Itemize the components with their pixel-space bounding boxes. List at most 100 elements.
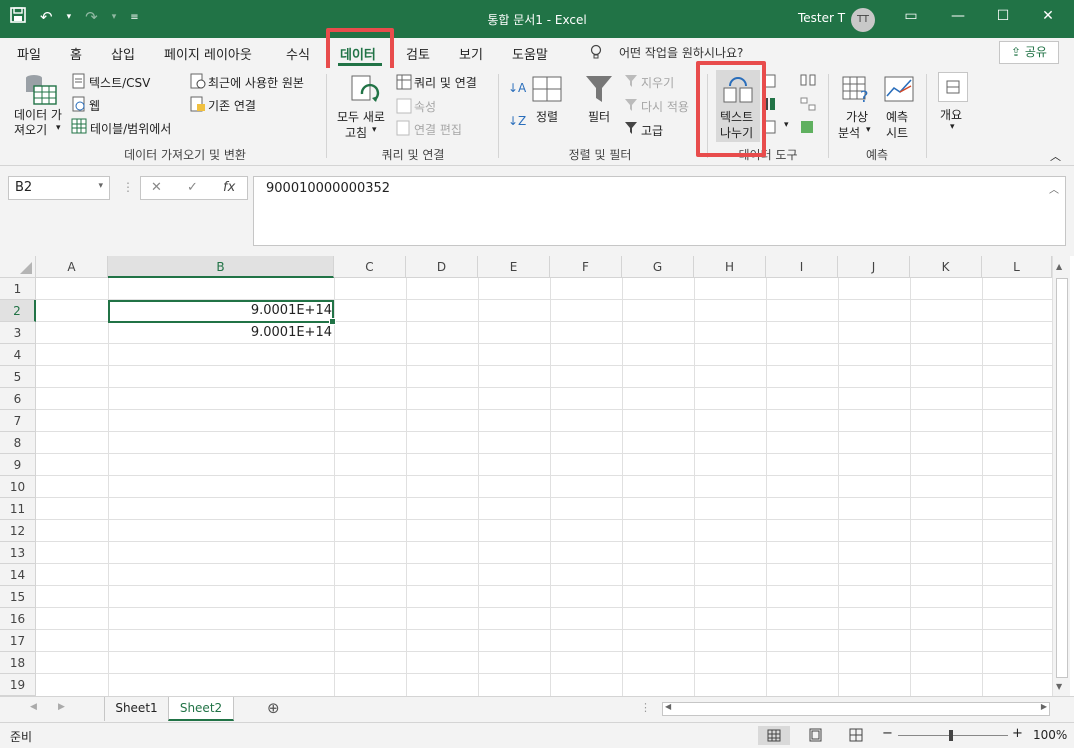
outline-button[interactable]: 개요	[940, 106, 962, 123]
zoom-in-icon[interactable]: +	[1012, 726, 1023, 741]
queries-connections-button[interactable]: 쿼리 및 연결	[414, 74, 477, 91]
outline-icon[interactable]	[938, 72, 968, 102]
sheet-tab-sheet1[interactable]: Sheet1	[104, 697, 168, 721]
worksheet-grid[interactable]: A B C D E F G H I J K L 1 2 3 4 5 6 7 8 …	[0, 256, 1074, 696]
tell-me-input[interactable]: 어떤 작업을 원하시나요?	[619, 44, 743, 61]
row-header[interactable]: 2	[0, 300, 36, 322]
column-header[interactable]: F	[550, 256, 622, 278]
avatar[interactable]: TT	[851, 8, 875, 32]
advanced-button[interactable]: 고급	[641, 122, 663, 139]
tab-home[interactable]: 홈	[70, 44, 82, 63]
horizontal-scrollbar[interactable]: ◀ ▶	[662, 702, 1050, 716]
column-header[interactable]: E	[478, 256, 550, 278]
row-header[interactable]: 7	[0, 410, 36, 432]
cell-b3[interactable]: 9.0001E+14	[108, 322, 334, 344]
row-header[interactable]: 14	[0, 564, 36, 586]
sort-descending-icon[interactable]: ↓Z	[508, 114, 526, 128]
sheet-tab-sheet2[interactable]: Sheet2	[168, 697, 234, 721]
relationships-icon[interactable]	[800, 97, 816, 114]
tab-file[interactable]: 파일	[17, 44, 41, 63]
formula-input[interactable]: 900010000000352 ︿	[253, 176, 1066, 246]
column-header[interactable]: G	[622, 256, 694, 278]
vertical-scrollbar[interactable]: ▲ ▼	[1052, 256, 1070, 696]
scroll-down-icon[interactable]: ▼	[1056, 682, 1062, 691]
sort-icon[interactable]	[532, 76, 562, 105]
page-break-view-icon[interactable]	[848, 727, 864, 746]
sort-ascending-icon[interactable]: ↓A	[508, 81, 526, 95]
chevron-up-icon[interactable]: ︿	[1049, 181, 1059, 196]
scroll-left-icon[interactable]: ◀	[665, 702, 671, 711]
edit-links-button[interactable]: 연결 편집	[414, 121, 462, 138]
get-data-button[interactable]: 데이터 가 져오기	[14, 108, 62, 138]
reapply-button[interactable]: 다시 적용	[641, 98, 689, 115]
row-header[interactable]: 16	[0, 608, 36, 630]
zoom-out-icon[interactable]: −	[882, 726, 893, 741]
row-header[interactable]: 18	[0, 652, 36, 674]
cancel-icon[interactable]: ✕	[151, 180, 162, 195]
tab-view[interactable]: 보기	[459, 44, 483, 63]
page-layout-view-icon[interactable]	[808, 727, 824, 746]
refresh-all-label-1[interactable]: 모두 새로	[337, 108, 385, 125]
row-header[interactable]: 15	[0, 586, 36, 608]
existing-connections-button[interactable]: 기존 연결	[208, 97, 256, 114]
column-header[interactable]: K	[910, 256, 982, 278]
row-header[interactable]: 5	[0, 366, 36, 388]
what-if-analysis-icon[interactable]: ?	[842, 76, 872, 107]
forecast-sheet-icon[interactable]	[884, 76, 914, 105]
row-header[interactable]: 4	[0, 344, 36, 366]
row-header[interactable]: 19	[0, 674, 36, 696]
restore-icon[interactable]: ☐	[988, 8, 1018, 24]
add-sheet-icon[interactable]: ⊕	[267, 699, 280, 717]
scrollbar-thumb[interactable]	[1056, 278, 1068, 678]
tab-review[interactable]: 검토	[406, 44, 430, 63]
text-csv-button[interactable]: 텍스트/CSV	[89, 74, 150, 91]
user-name[interactable]: Tester T	[798, 11, 845, 25]
tab-help[interactable]: 도움말	[512, 44, 548, 63]
select-all-button[interactable]	[0, 256, 36, 278]
normal-view-icon[interactable]	[758, 726, 790, 745]
clear-button[interactable]: 지우기	[641, 74, 674, 91]
close-icon[interactable]: ✕	[1033, 8, 1063, 24]
what-if-label-1[interactable]: 가상	[846, 108, 868, 125]
filter-button[interactable]: 필터	[588, 108, 610, 125]
forecast-sheet-label-2[interactable]: 시트	[886, 124, 908, 141]
ribbon-display-options-icon[interactable]: ▭	[896, 8, 926, 24]
scroll-right-icon[interactable]: ▶	[1041, 702, 1047, 711]
insert-function-icon[interactable]: fx	[223, 180, 235, 195]
column-header[interactable]: H	[694, 256, 766, 278]
column-header[interactable]: I	[766, 256, 838, 278]
enter-icon[interactable]: ✓	[187, 180, 198, 195]
sort-button[interactable]: 정렬	[536, 108, 558, 125]
row-header[interactable]: 1	[0, 278, 36, 300]
row-header[interactable]: 9	[0, 454, 36, 476]
scroll-up-icon[interactable]: ▲	[1056, 262, 1062, 271]
tab-formulas[interactable]: 수식	[286, 44, 310, 63]
splitter-icon[interactable]: ⋮	[640, 701, 651, 714]
forecast-sheet-label-1[interactable]: 예측	[886, 108, 908, 125]
row-header[interactable]: 13	[0, 542, 36, 564]
row-header[interactable]: 12	[0, 520, 36, 542]
zoom-level[interactable]: 100%	[1033, 728, 1067, 742]
zoom-slider-handle[interactable]	[949, 730, 953, 741]
column-header[interactable]: L	[982, 256, 1052, 278]
row-header[interactable]: 10	[0, 476, 36, 498]
column-header[interactable]: B	[108, 256, 334, 278]
column-header[interactable]: J	[838, 256, 910, 278]
recent-sources-button[interactable]: 최근에 사용한 원본	[208, 74, 304, 91]
refresh-all-icon[interactable]	[348, 74, 380, 111]
column-header[interactable]: A	[36, 256, 108, 278]
tab-insert[interactable]: 삽입	[111, 44, 135, 63]
row-header[interactable]: 6	[0, 388, 36, 410]
chevron-down-icon[interactable]: ▾	[98, 181, 103, 191]
name-box[interactable]: B2 ▾	[8, 176, 110, 200]
refresh-all-label-2[interactable]: 고침	[345, 124, 367, 141]
consolidate-icon[interactable]	[800, 74, 816, 89]
prev-sheet-icon[interactable]: ◀	[30, 702, 37, 712]
next-sheet-icon[interactable]: ▶	[58, 702, 65, 712]
column-header[interactable]: D	[406, 256, 478, 278]
zoom-slider[interactable]	[898, 735, 1008, 736]
properties-button[interactable]: 속성	[414, 98, 436, 115]
data-model-icon[interactable]	[800, 120, 814, 137]
row-header[interactable]: 17	[0, 630, 36, 652]
row-header[interactable]: 3	[0, 322, 36, 344]
